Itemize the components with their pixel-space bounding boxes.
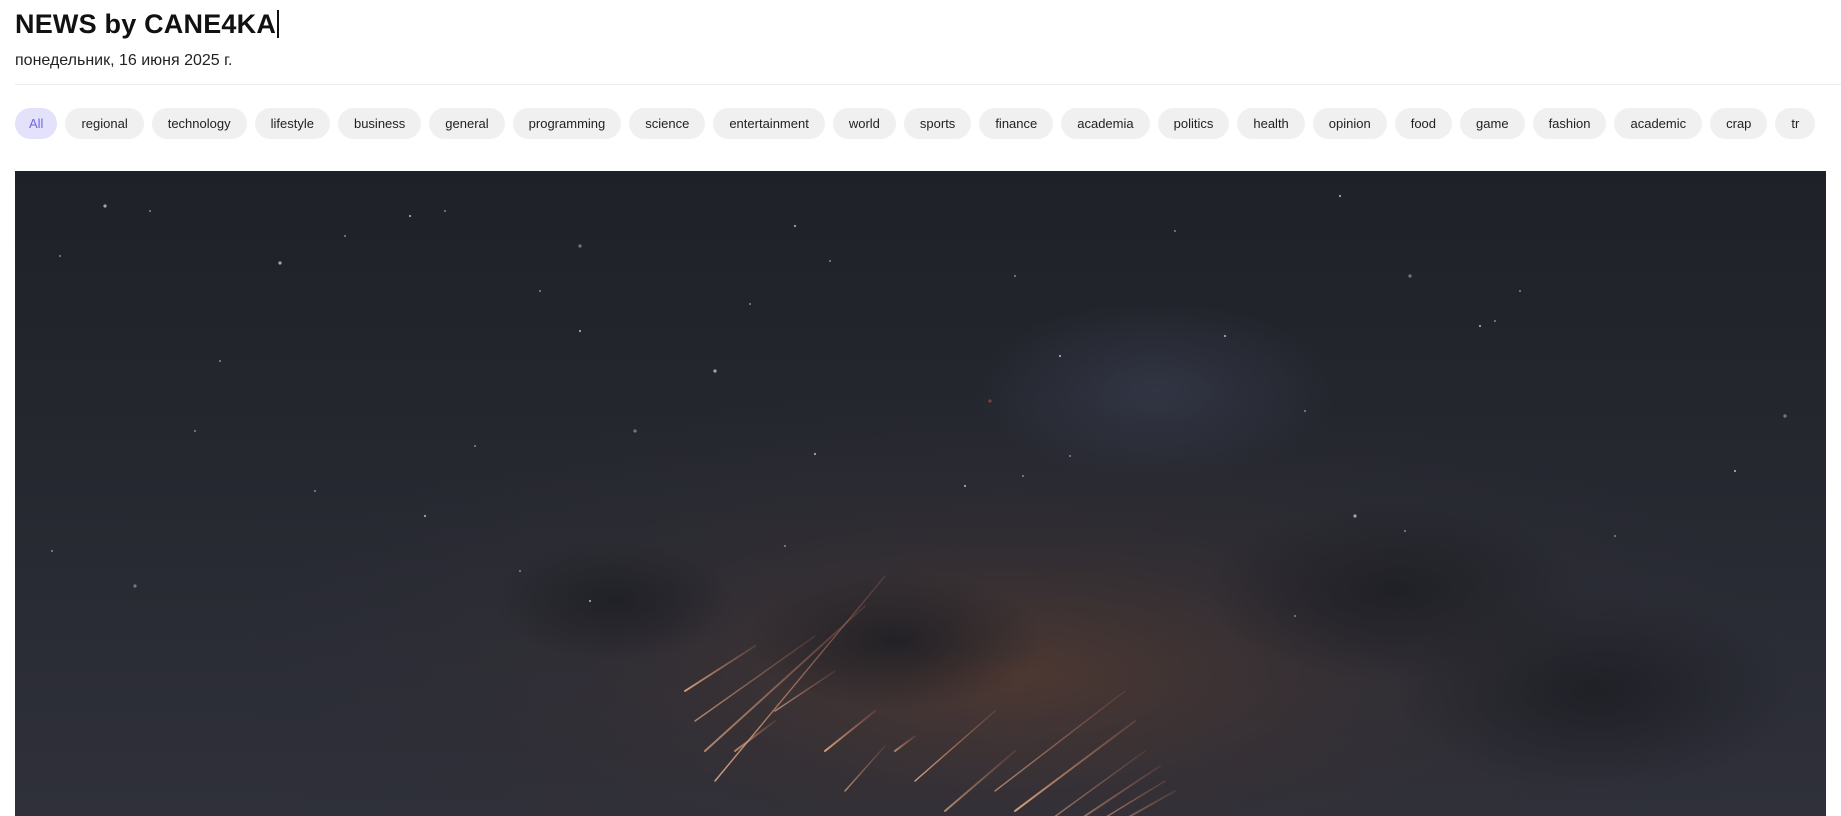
category-chip-opinion[interactable]: opinion: [1312, 108, 1387, 139]
category-chip-world[interactable]: world: [832, 108, 896, 139]
category-chip-academic[interactable]: academic: [1614, 108, 1703, 139]
category-chip-academia[interactable]: academia: [1061, 108, 1150, 139]
category-chip-general[interactable]: general: [429, 108, 505, 139]
night-sky-photo-icon: [15, 171, 1826, 816]
category-chip-game[interactable]: game: [1460, 108, 1525, 139]
text-caret: [277, 10, 280, 38]
category-chip-finance[interactable]: finance: [979, 108, 1054, 139]
category-chip-all[interactable]: All: [15, 108, 58, 139]
category-chip-politics[interactable]: politics: [1157, 108, 1230, 139]
category-chip-health[interactable]: health: [1237, 108, 1305, 139]
category-chip-sports[interactable]: sports: [903, 108, 972, 139]
news-page: NEWS by CANE4KA понедельник, 16 июня 202…: [0, 0, 1841, 816]
category-chip-technology[interactable]: technology: [151, 108, 247, 139]
category-chip-lifestyle[interactable]: lifestyle: [254, 108, 330, 139]
site-header: NEWS by CANE4KA понедельник, 16 июня 202…: [15, 0, 1841, 85]
category-chip-science[interactable]: science: [629, 108, 706, 139]
category-filter-bar: All regional technology lifestyle business ge…: [15, 108, 1826, 139]
category-chip-entertainment[interactable]: entertainment: [713, 108, 825, 139]
category-chip-fashion[interactable]: fashion: [1532, 108, 1607, 139]
category-chip-food[interactable]: food: [1394, 108, 1453, 139]
site-title: NEWS by CANE4KA: [15, 9, 280, 40]
hero-image[interactable]: [15, 171, 1826, 816]
category-chip-business[interactable]: business: [337, 108, 422, 139]
current-date: понедельник, 16 июня 2025 г.: [15, 52, 233, 69]
category-chip-crap[interactable]: crap: [1710, 108, 1768, 139]
category-chip-regional[interactable]: regional: [65, 108, 144, 139]
category-chip-tr[interactable]: tr: [1775, 108, 1816, 139]
category-chip-programming[interactable]: programming: [512, 108, 622, 139]
site-title-text: NEWS by CANE4KA: [15, 9, 277, 39]
